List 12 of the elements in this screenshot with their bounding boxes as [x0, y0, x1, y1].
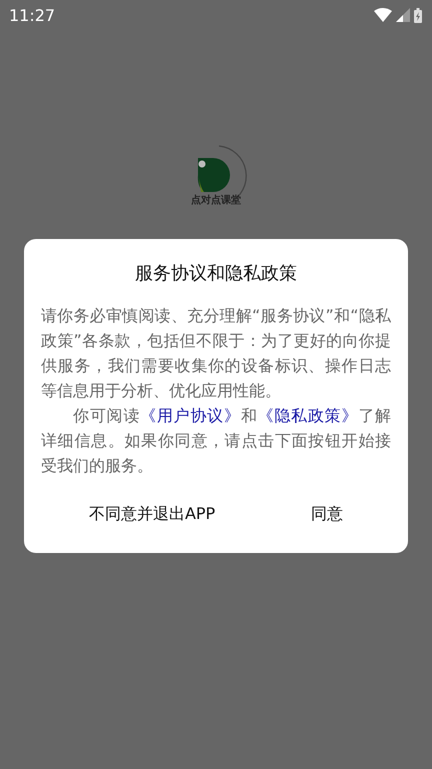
- dialog-button[interactable]: 不同意并退出APP: [80, 500, 224, 529]
- policy-link[interactable]: 《隐私政策》: [258, 406, 358, 425]
- signal-icon: [396, 8, 410, 22]
- dialog-title: 服务协议和隐私政策: [134, 262, 298, 285]
- dialog-paragraph: 你可阅读《用户协议》和《隐私政策》了解详细信息。如果你同意，请点击下面按钮开始接受我们的服务。: [41, 405, 391, 477]
- dialog-button[interactable]: 同意: [303, 500, 352, 529]
- battery-icon: [414, 8, 422, 22]
- status-time: 11:27: [9, 6, 56, 24]
- policy-link[interactable]: 《用户协议》: [140, 406, 241, 425]
- dialog-paragraph: 请你务必审慎阅读、充分理解“服务协议”和“隐私政策”各条款，包括但不限于：为了更好的向你提供服务，我们需要收集你的设备标识、操作日志等信息用于分析、优化应用性能。: [41, 305, 391, 402]
- logo-text: 点对点课堂: [191, 194, 241, 207]
- wifi-icon: [374, 8, 392, 22]
